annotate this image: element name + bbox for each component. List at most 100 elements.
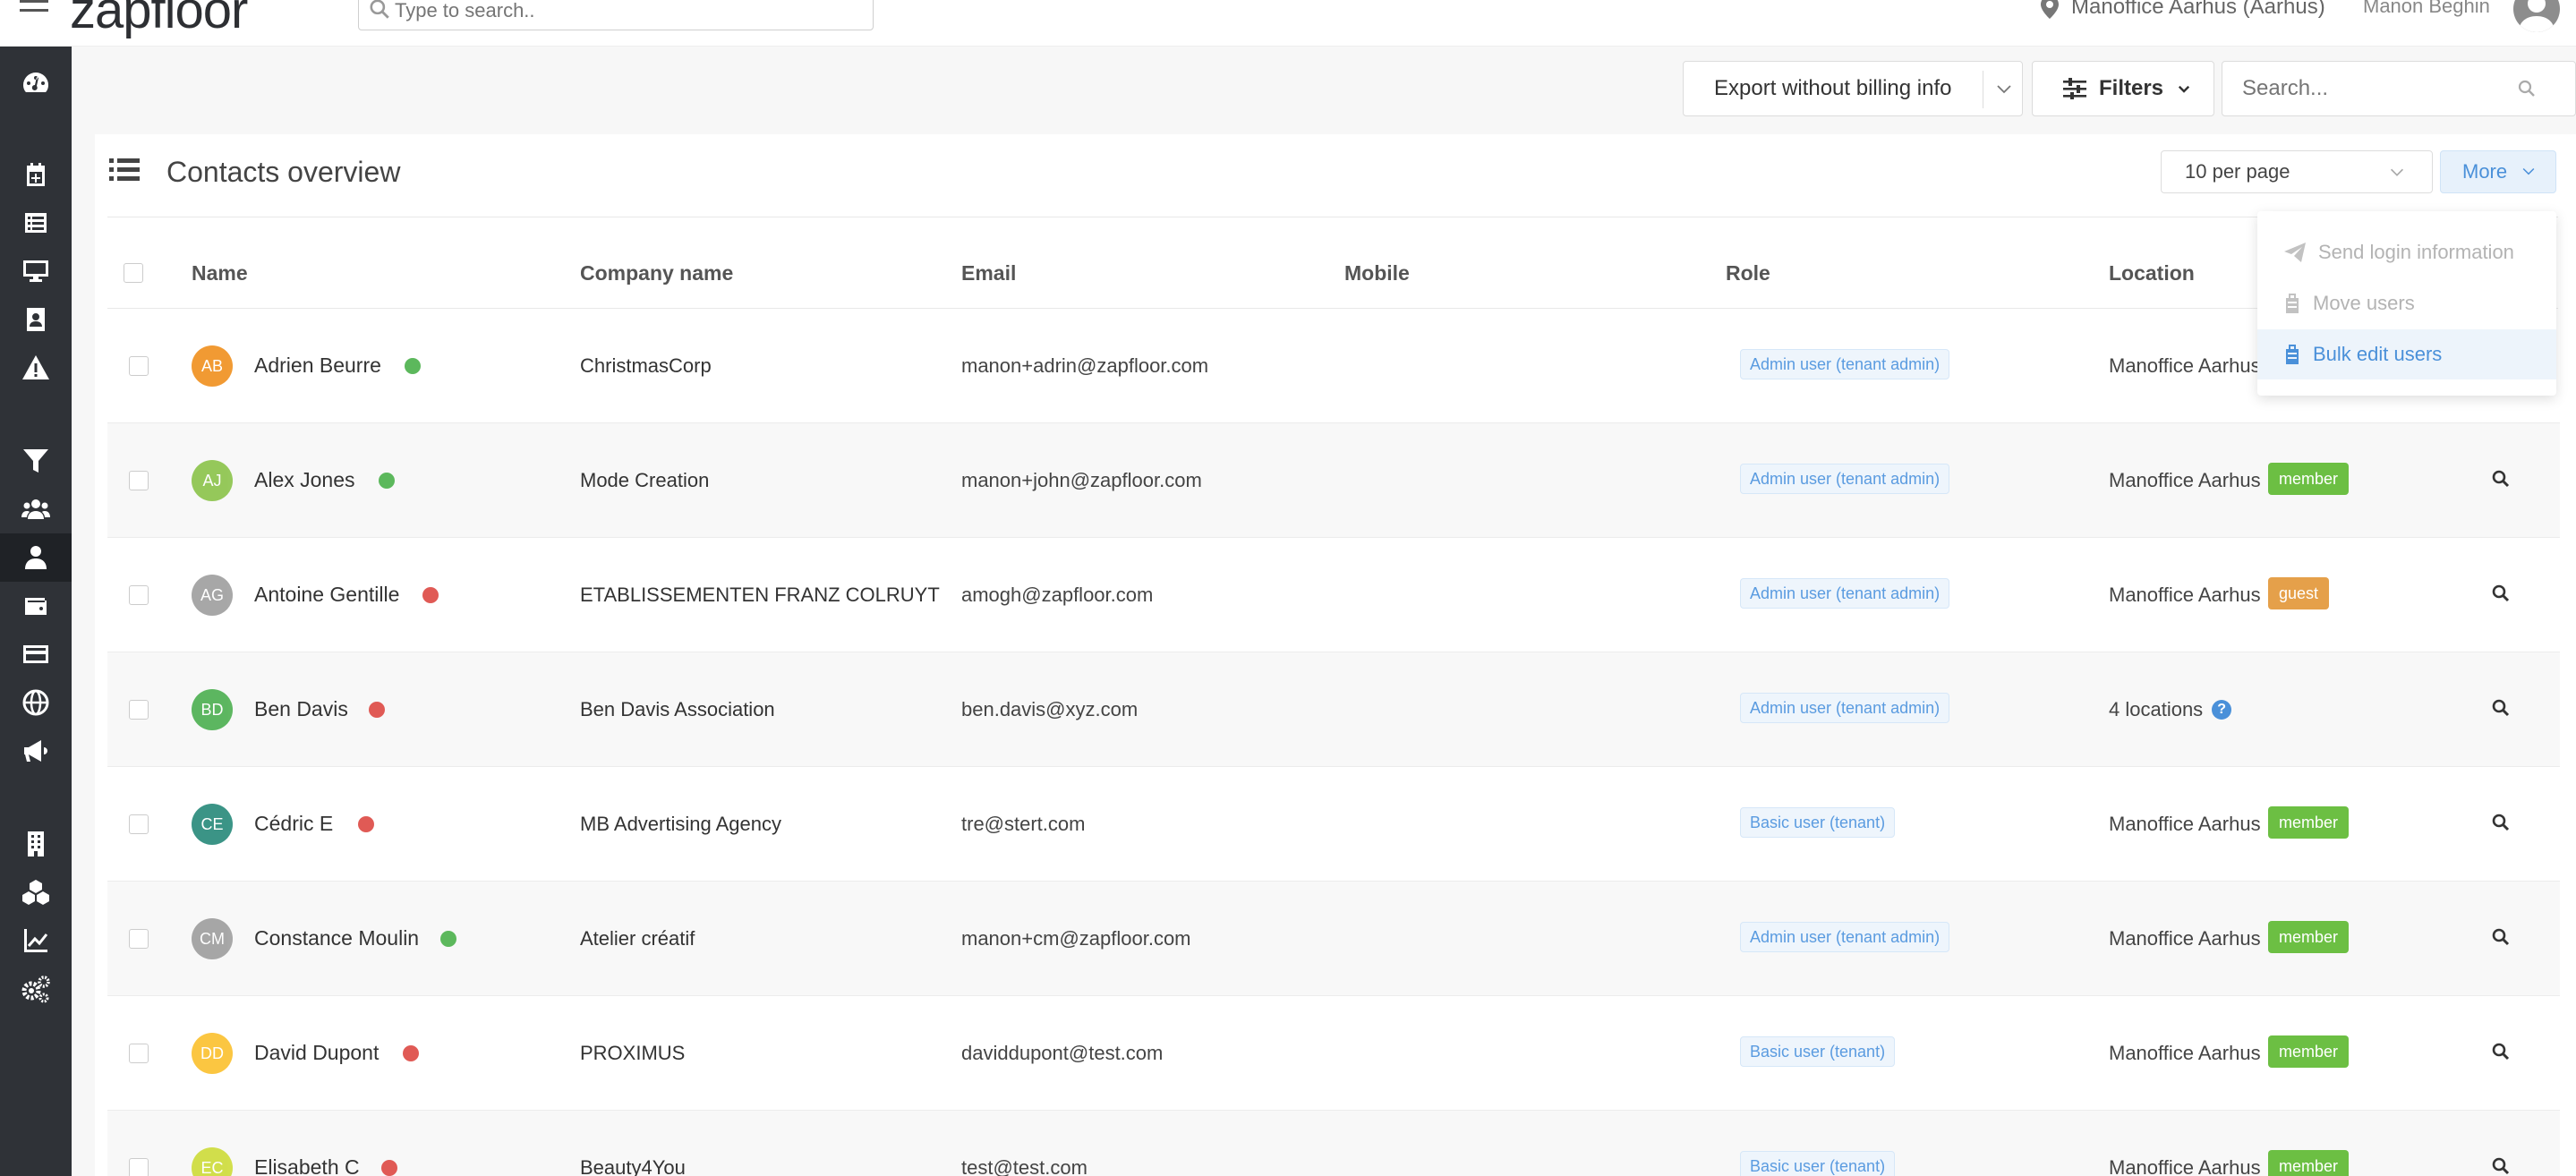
contact-name[interactable]: Alex Jones (254, 468, 355, 492)
table-row[interactable]: CE Cédric E MB Advertising Agency tre@st… (107, 767, 2560, 882)
company-name: PROXIMUS (580, 1042, 686, 1064)
location-text: Manoffice Aarhus (2109, 584, 2261, 606)
search-icon[interactable] (2490, 468, 2512, 490)
app-logo[interactable]: zapfloor (70, 0, 248, 40)
filters-label: Filters (2099, 76, 2164, 100)
menu-item-send-login[interactable]: Send login information (2257, 227, 2556, 277)
global-search-input[interactable] (395, 0, 860, 24)
sidebar-item-payments[interactable] (0, 630, 72, 678)
sidebar-item-desks[interactable] (0, 247, 72, 295)
search-icon[interactable] (2490, 926, 2512, 948)
column-header-mobile[interactable]: Mobile (1344, 261, 1410, 285)
more-button[interactable]: More (2440, 150, 2556, 193)
location-text: Manoffice Aarhus (2109, 1042, 2261, 1064)
row-checkbox[interactable] (129, 700, 149, 720)
table-row[interactable]: AB Adrien Beurre ChristmasCorp manon+adr… (107, 309, 2560, 423)
row-checkbox[interactable] (129, 929, 149, 949)
table-row[interactable]: AG Antoine Gentille ETABLISSEMENTEN FRAN… (107, 538, 2560, 652)
contact-name[interactable]: Constance Moulin (254, 926, 419, 950)
row-checkbox[interactable] (129, 585, 149, 605)
company-name: ETABLISSEMENTEN FRANZ COLRUYT (580, 584, 940, 606)
sidebar-item-groups[interactable] (0, 485, 72, 533)
email: amogh@zapfloor.com (961, 584, 1154, 606)
column-header-company[interactable]: Company name (580, 261, 733, 285)
sidebar-item-announcements[interactable] (0, 727, 72, 775)
building-icon (28, 831, 44, 856)
credit-card-icon (23, 645, 48, 663)
sidebar-item-web[interactable] (0, 678, 72, 727)
per-page-select[interactable]: 10 per page (2161, 150, 2433, 193)
contact-name[interactable]: Cédric E (254, 812, 333, 836)
sidebar-item-bookings[interactable] (0, 150, 72, 199)
sidebar-item-buildings[interactable] (0, 820, 72, 868)
contact-name[interactable]: Elisabeth C (254, 1155, 360, 1176)
location-text: 4 locations (2109, 698, 2204, 720)
sidebar-item-resources[interactable] (0, 868, 72, 916)
sidebar-item-contacts-book[interactable] (0, 295, 72, 344)
contacts-search[interactable] (2222, 61, 2576, 116)
sidebar-item-contacts[interactable] (0, 533, 72, 582)
sidebar-item-settings[interactable] (0, 965, 72, 1013)
search-icon (370, 0, 389, 19)
per-page-value: 10 per page (2185, 160, 2290, 183)
table-row[interactable]: BD Ben Davis Ben Davis Association ben.d… (107, 652, 2560, 767)
location-switcher[interactable]: Manoffice Aarhus (Aarhus) (2041, 0, 2325, 20)
row-checkbox[interactable] (129, 356, 149, 376)
export-button[interactable]: Export without billing info (1683, 61, 2023, 116)
select-all-checkbox[interactable] (124, 263, 143, 283)
location: 4 locations ? (2109, 698, 2232, 721)
row-checkbox[interactable] (129, 1158, 149, 1176)
membership-badge: member (2268, 463, 2350, 495)
table-row[interactable]: DD David Dupont PROXIMUS daviddupont@tes… (107, 996, 2560, 1111)
sidebar-item-reports[interactable] (0, 916, 72, 965)
contact-name[interactable]: Adrien Beurre (254, 354, 381, 378)
status-dot (403, 1045, 419, 1061)
sidebar-item-leads[interactable] (0, 437, 72, 485)
chevron-down-icon (2178, 85, 2190, 93)
table-row[interactable]: CM Constance Moulin Atelier créatif mano… (107, 882, 2560, 996)
sliders-icon (2063, 78, 2086, 99)
search-icon[interactable] (2490, 697, 2512, 719)
filters-button[interactable]: Filters (2032, 61, 2214, 116)
sidebar-item-dashboard[interactable] (0, 59, 72, 107)
sidebar-item-wallet[interactable] (0, 582, 72, 630)
status-dot (440, 931, 456, 947)
contact-name[interactable]: Ben Davis (254, 697, 348, 721)
search-icon[interactable] (2490, 812, 2512, 833)
membership-badge: member (2268, 1035, 2350, 1068)
column-header-email[interactable]: Email (961, 261, 1016, 285)
list-icon (109, 158, 140, 181)
chevron-down-icon[interactable] (1993, 78, 2015, 99)
search-icon[interactable] (2516, 78, 2538, 99)
email: manon+john@zapfloor.com (961, 469, 1202, 491)
company-name: Mode Creation (580, 469, 710, 491)
column-header-name[interactable]: Name (192, 261, 248, 285)
location: Manoffice Aarhus (2109, 927, 2261, 950)
user-avatar[interactable] (2513, 0, 2560, 32)
column-header-role[interactable]: Role (1726, 261, 1770, 285)
row-checkbox[interactable] (129, 814, 149, 834)
row-checkbox[interactable] (129, 471, 149, 490)
global-search[interactable] (358, 0, 874, 30)
email: test@test.com (961, 1156, 1088, 1176)
table-row[interactable]: EC Elisabeth C Beauty4You test@test.com … (107, 1111, 2560, 1176)
contact-name[interactable]: Antoine Gentille (254, 583, 399, 607)
map-marker-icon (2041, 0, 2059, 19)
contact-name[interactable]: David Dupont (254, 1041, 379, 1065)
search-icon[interactable] (2490, 1155, 2512, 1176)
contacts-search-input[interactable] (2242, 76, 2511, 101)
role-badge: Admin user (tenant admin) (1740, 464, 1950, 494)
help-icon[interactable]: ? (2212, 700, 2232, 720)
menu-item-bulk-edit[interactable]: Bulk edit users (2257, 329, 2556, 379)
search-icon[interactable] (2490, 1041, 2512, 1062)
menu-item-move-users[interactable]: Move users (2257, 278, 2556, 328)
sidebar-item-alerts[interactable] (0, 344, 72, 392)
sidebar-item-lists[interactable] (0, 199, 72, 247)
hamburger-menu-icon[interactable] (20, 0, 48, 23)
email: tre@stert.com (961, 813, 1086, 835)
table-row[interactable]: AJ Alex Jones Mode Creation manon+john@z… (107, 423, 2560, 538)
column-header-location[interactable]: Location (2109, 261, 2195, 285)
search-icon[interactable] (2490, 583, 2512, 604)
row-checkbox[interactable] (129, 1044, 149, 1063)
user-name[interactable]: Manon Beghin (2363, 0, 2490, 18)
